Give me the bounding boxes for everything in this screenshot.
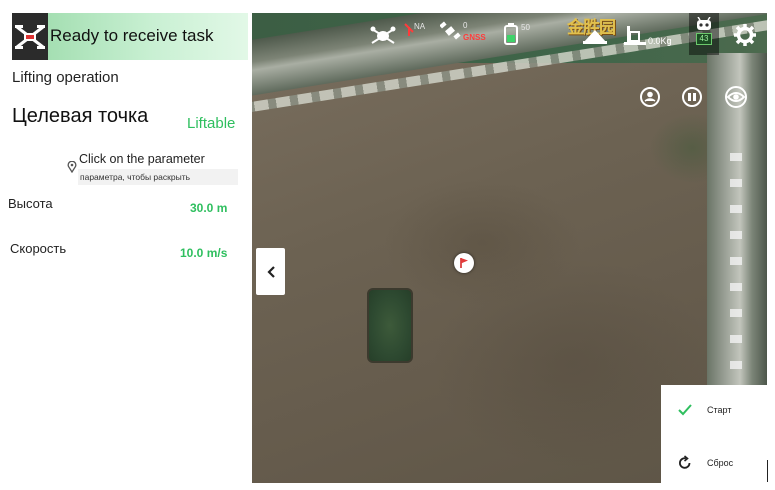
rtk-label: NA xyxy=(414,22,426,31)
reset-icon xyxy=(679,455,691,469)
remote-controller-status[interactable]: 43 xyxy=(689,13,719,55)
chevron-left-icon xyxy=(266,265,275,278)
weight-value: 0.0Kg xyxy=(648,36,672,46)
check-icon xyxy=(678,404,692,416)
user-location-icon xyxy=(640,87,660,107)
start-button[interactable]: Старт xyxy=(661,395,767,425)
map-pond xyxy=(367,288,413,363)
status-header: Ready to receive task xyxy=(12,13,248,60)
rtk-signal-icon xyxy=(404,23,414,36)
text-cursor xyxy=(767,460,768,482)
action-panel: Старт Сброс xyxy=(661,385,767,483)
controller-badge: 43 xyxy=(695,33,713,45)
target-point-marker[interactable] xyxy=(454,253,474,273)
battery-value: 50 xyxy=(521,23,530,32)
param-label-height: Высота xyxy=(8,196,53,211)
hint-text: Click on the parameter xyxy=(79,152,205,166)
liftable-status: Liftable xyxy=(187,115,236,132)
battery-status[interactable]: 50 xyxy=(504,23,530,45)
controller-icon xyxy=(697,17,711,30)
altitude-mode[interactable] xyxy=(582,27,608,45)
start-label: Старт xyxy=(707,405,732,415)
aircraft-location-icon xyxy=(682,87,702,107)
battery-icon xyxy=(504,23,518,45)
param-label-speed: Скорость xyxy=(10,241,67,256)
payload-weight[interactable]: 0.0Kg xyxy=(622,24,672,46)
locate-aircraft-button[interactable] xyxy=(680,85,704,109)
rtk-status[interactable]: NA xyxy=(404,22,425,36)
app-logo[interactable] xyxy=(12,13,48,60)
gnss-status[interactable]: 0 GNSS xyxy=(440,21,486,42)
target-point-title: Целевая точка xyxy=(12,105,149,127)
top-status-bar: NA 0 GNSS 50 金胜园 0.0Kg 43 xyxy=(252,13,767,59)
gear-icon xyxy=(734,24,756,46)
settings-button[interactable] xyxy=(734,24,756,46)
satellite-count: 0 xyxy=(463,21,468,30)
param-value-height[interactable]: 30.0 m xyxy=(190,201,227,215)
map-road-right-cars xyxy=(730,153,742,413)
collapse-panel-button[interactable] xyxy=(256,248,285,295)
drone-logo-icon xyxy=(15,24,45,49)
scale-icon xyxy=(624,26,646,45)
aircraft-status-icon[interactable] xyxy=(370,25,396,45)
flag-icon xyxy=(460,258,468,268)
locate-user-button[interactable] xyxy=(638,85,662,109)
status-text: Ready to receive task xyxy=(50,26,214,45)
section-title: Lifting operation xyxy=(12,69,119,86)
reset-label: Сброс xyxy=(707,458,734,468)
satellite-icon xyxy=(440,21,461,40)
gnss-label: GNSS xyxy=(463,33,486,42)
location-pin-icon xyxy=(67,160,77,178)
view-toggle-button[interactable] xyxy=(724,85,748,109)
terrain-icon xyxy=(583,30,607,44)
eye-icon xyxy=(725,86,747,108)
reset-button[interactable]: Сброс xyxy=(661,448,767,478)
task-panel: Ready to receive task Lifting operation … xyxy=(0,0,252,490)
hint-subtext: параметра, чтобы раскрыть xyxy=(78,169,238,185)
param-value-speed[interactable]: 10.0 m/s xyxy=(180,246,227,260)
